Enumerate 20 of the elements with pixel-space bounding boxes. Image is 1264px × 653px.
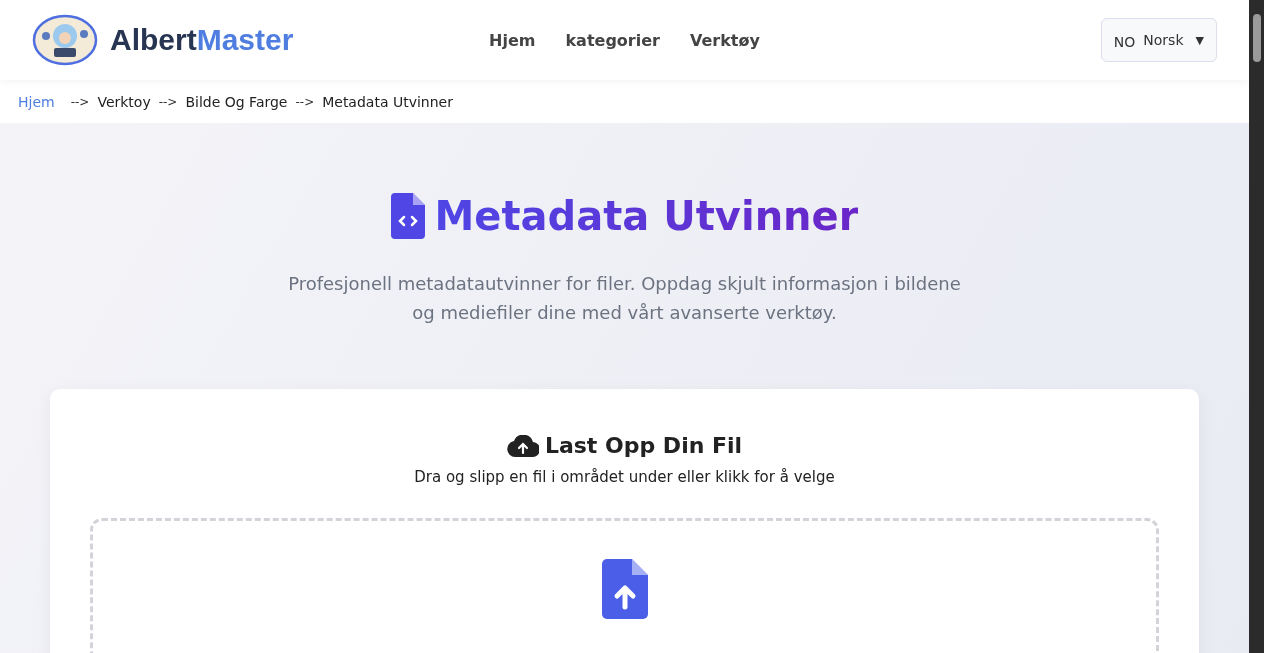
page-description: Profesjonell metadatautvinner for filer. Oppdag skjult informasjon i bildene og mediefiler dine med vårt avanserte verktøy.: [287, 272, 962, 325]
breadcrumb-link[interactable]: Bilde Og Farge: [185, 93, 288, 110]
nav-link[interactable]: Hjem: [489, 30, 536, 50]
upload-instructions: Dra og slipp en fil i området under eller klikk for å velge: [413, 468, 836, 486]
file-upload-icon: [601, 559, 648, 619]
breadcrumb-link[interactable]: Hjem: [18, 93, 55, 110]
breadcrumb-separator: -->: [70, 94, 90, 109]
breadcrumb-link[interactable]: Metadata Utvinner: [322, 93, 453, 110]
language-select[interactable]: NO Norsk ▼: [1100, 18, 1217, 62]
logo-avatar-icon: [32, 14, 98, 66]
breadcrumb-link[interactable]: Verktoy: [97, 93, 151, 110]
scrollbar[interactable]: [1249, 0, 1264, 653]
nav-link[interactable]: Verktøy: [689, 30, 760, 50]
breadcrumb-separator: -->: [295, 94, 315, 109]
code-file-icon: [390, 193, 425, 239]
logo-text[interactable]: AlbertMaster: [110, 23, 294, 57]
nav-link[interactable]: kategorier: [565, 30, 660, 50]
breadcrumb-separator: -->: [158, 94, 178, 109]
cloud-upload-icon: [506, 434, 539, 457]
upload-title: Last Opp Din Fil: [544, 433, 743, 458]
